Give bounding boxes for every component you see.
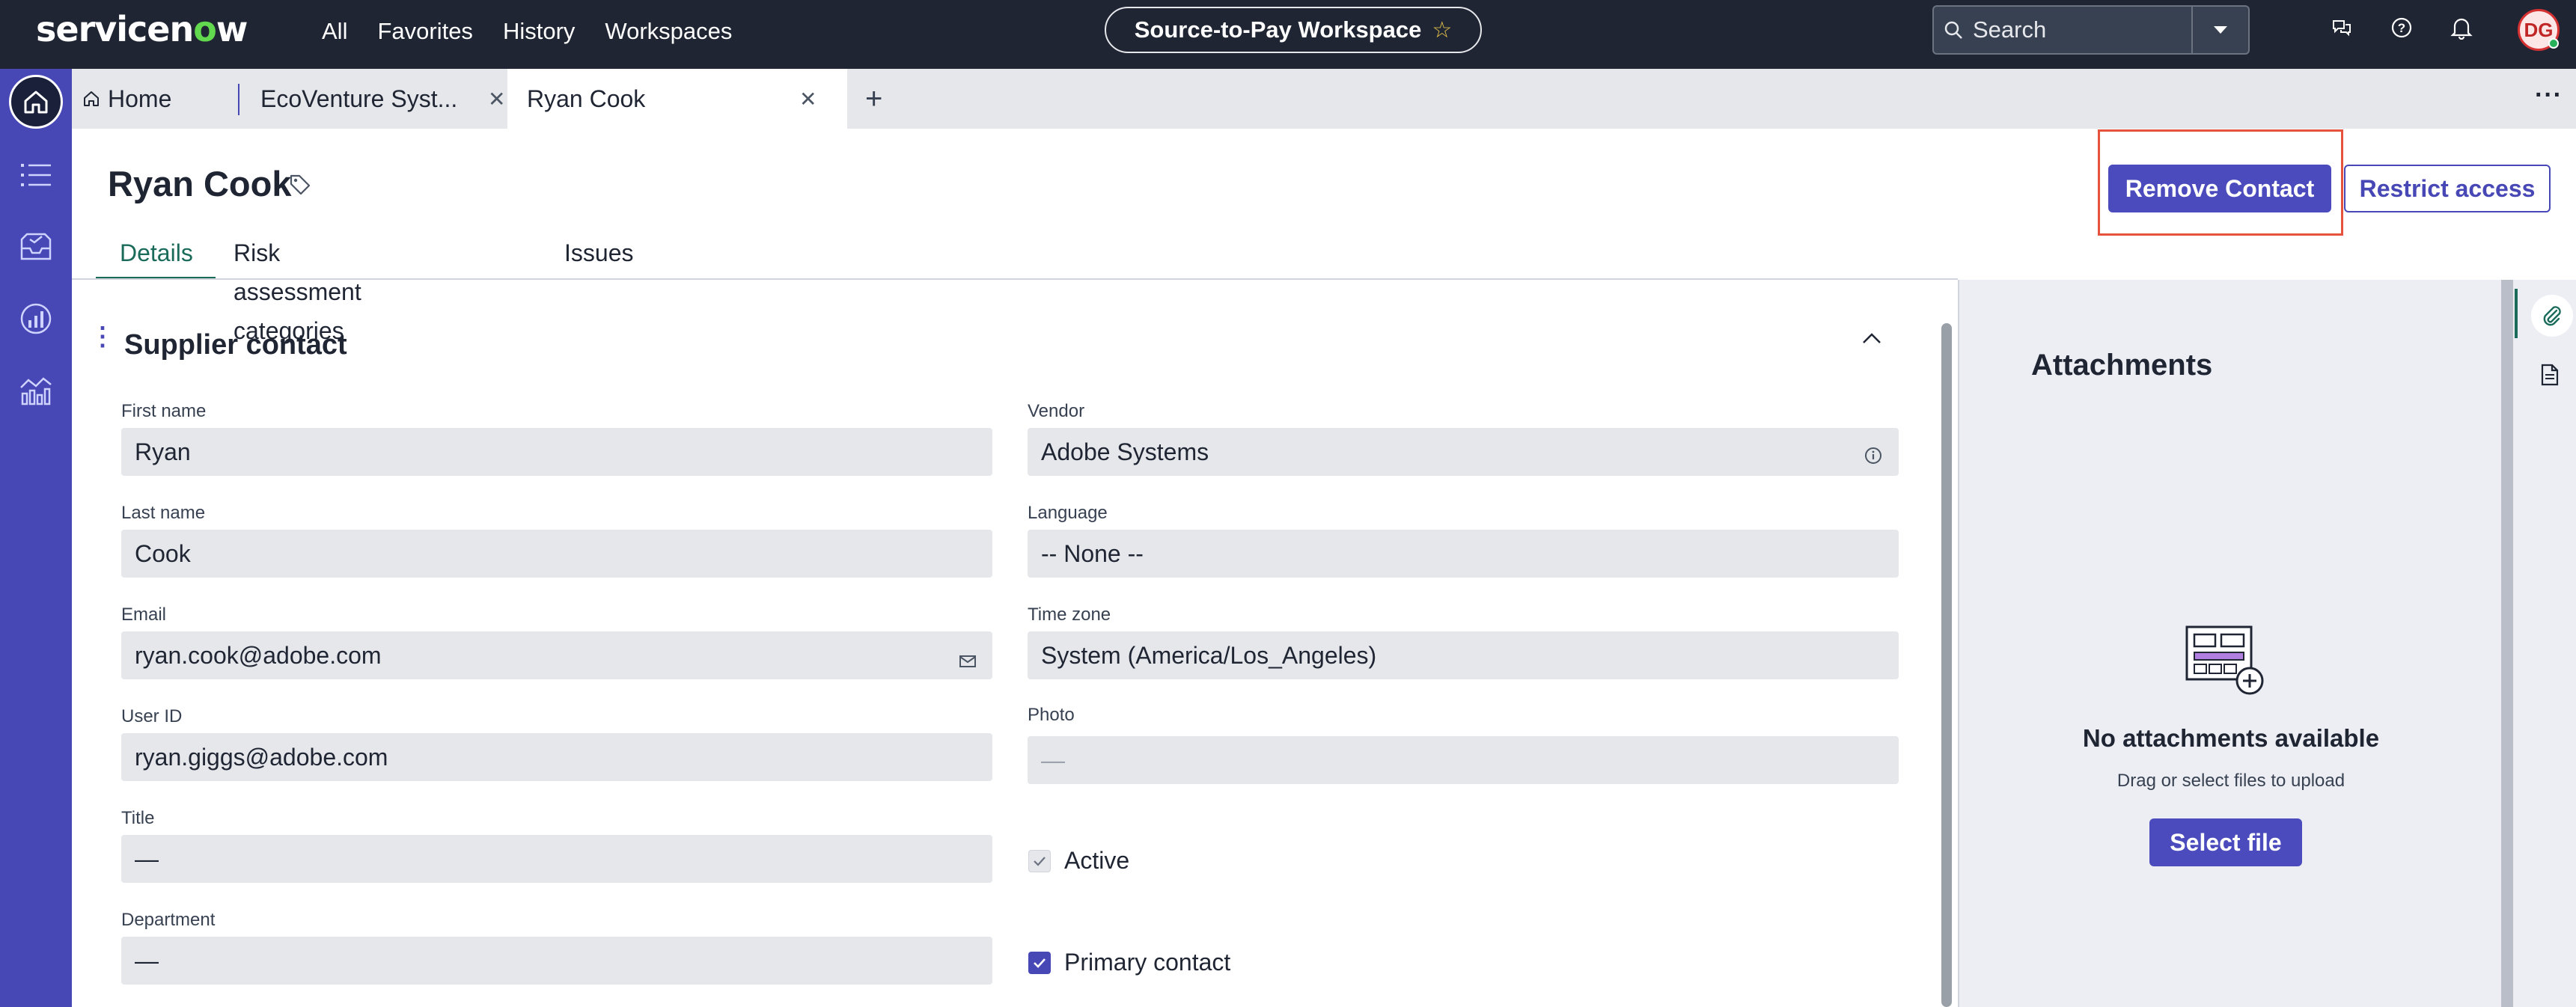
attachments-panel: Attachments No attachments available Dra… — [1958, 280, 2501, 1007]
title-label: Title — [121, 808, 155, 828]
notifications-bell-icon[interactable] — [2447, 13, 2476, 42]
star-icon[interactable]: ☆ — [1432, 17, 1452, 43]
tab-risk-assessment-categories[interactable]: Risk assessment categories — [216, 233, 379, 344]
nav-workspaces[interactable]: Workspaces — [590, 15, 747, 48]
section-title: Supplier contact — [124, 329, 347, 361]
search-icon — [1934, 20, 1973, 40]
page-title: Ryan Cook — [108, 164, 292, 203]
global-search[interactable]: Search — [1932, 5, 2250, 55]
nav-history[interactable]: History — [488, 15, 590, 48]
last-name-label: Last name — [121, 503, 206, 523]
header-icons: ? — [2328, 13, 2476, 42]
email-field[interactable]: ryan.cook@adobe.com — [121, 631, 992, 679]
primary-contact-label: Primary contact — [1064, 949, 1231, 976]
collapse-chevron-icon[interactable] — [1861, 331, 1883, 349]
tab-label: Ryan Cook — [527, 85, 646, 112]
tab-ryan-cook[interactable]: Ryan Cook ✕ — [507, 69, 847, 129]
avatar-initials: DG — [2524, 18, 2554, 41]
department-field[interactable]: — — [121, 937, 992, 985]
user-id-label: User ID — [121, 706, 183, 726]
search-input[interactable]: Search — [1973, 16, 2191, 43]
primary-contact-checkbox[interactable] — [1028, 952, 1051, 974]
active-checkbox[interactable] — [1028, 850, 1051, 872]
info-icon[interactable] — [1864, 443, 1882, 471]
rail-reports-icon[interactable] — [18, 373, 54, 408]
add-tab-icon[interactable]: + — [865, 82, 882, 116]
subtabs-divider — [72, 278, 1958, 280]
rail-inbox-icon[interactable] — [18, 229, 54, 265]
select-file-button[interactable]: Select file — [2149, 818, 2302, 866]
photo-label: Photo — [1028, 705, 1075, 725]
panel-scrollbar[interactable] — [2501, 280, 2513, 1007]
tab-issues[interactable]: Issues — [546, 233, 651, 280]
more-options-icon[interactable]: ··· — [2535, 81, 2563, 110]
close-icon[interactable]: ✕ — [488, 87, 505, 111]
servicenow-logo[interactable]: servicenow — [36, 9, 248, 49]
contextual-side-strip — [2501, 280, 2576, 1007]
mail-icon[interactable] — [959, 646, 976, 674]
time-zone-select[interactable]: System (America/Los_Angeles) — [1028, 631, 1899, 679]
time-zone-label: Time zone — [1028, 604, 1111, 625]
user-avatar[interactable]: DG — [2518, 9, 2560, 51]
photo-field[interactable]: — — [1028, 736, 1899, 784]
svg-text:?: ? — [2398, 21, 2405, 35]
workspace-pill[interactable]: Source-to-Pay Workspace ☆ — [1105, 7, 1482, 53]
top-navigation-bar: servicenow All Favorites History Workspa… — [0, 0, 2576, 69]
section-menu-icon[interactable]: ⋮ — [90, 324, 115, 349]
last-name-field[interactable]: Cook — [121, 530, 992, 578]
empty-attachments-illustration-icon — [2184, 622, 2266, 701]
remove-contact-button[interactable]: Remove Contact — [2108, 165, 2331, 212]
workspace-name: Source-to-Pay Workspace — [1134, 16, 1422, 43]
vendor-label: Vendor — [1028, 401, 1085, 421]
nav-favorites[interactable]: Favorites — [362, 15, 487, 48]
department-label: Department — [121, 910, 216, 930]
tab-strip: Home EcoVenture Syst... ✕ Ryan Cook ✕ + … — [72, 69, 2576, 129]
left-rail — [0, 69, 72, 1007]
active-indicator — [2515, 289, 2518, 338]
attachments-title: Attachments — [2031, 349, 2213, 382]
first-name-label: First name — [121, 401, 207, 421]
form-scrollbar[interactable] — [1941, 323, 1952, 1007]
tab-label: Home — [108, 85, 172, 112]
tab-divider — [238, 84, 239, 115]
rail-home-icon[interactable] — [9, 75, 63, 129]
active-label: Active — [1064, 847, 1130, 874]
tag-icon[interactable] — [289, 174, 311, 200]
tab-home[interactable]: Home — [82, 69, 232, 129]
presence-dot — [2548, 38, 2559, 49]
document-icon[interactable] — [2540, 364, 2560, 390]
email-label: Email — [121, 604, 167, 625]
email-value: ryan.cook@adobe.com — [135, 641, 382, 669]
tab-label: EcoVenture Syst... — [260, 85, 458, 112]
vendor-value: Adobe Systems — [1041, 438, 1209, 465]
nav-all[interactable]: All — [307, 15, 362, 48]
chat-icon[interactable] — [2328, 13, 2356, 42]
close-icon[interactable]: ✕ — [799, 87, 817, 111]
vendor-field[interactable]: Adobe Systems — [1028, 428, 1899, 476]
first-name-field[interactable]: Ryan — [121, 428, 992, 476]
no-attachments-message: No attachments available — [2082, 724, 2380, 752]
rail-analytics-icon[interactable] — [18, 301, 54, 337]
language-select[interactable]: -- None -- — [1028, 530, 1899, 578]
tab-details[interactable]: Details — [96, 233, 216, 280]
restrict-access-button[interactable]: Restrict access — [2344, 165, 2551, 212]
rail-list-icon[interactable] — [18, 157, 54, 193]
search-scope-dropdown[interactable] — [2191, 7, 2248, 53]
main-menu: All Favorites History Workspaces — [307, 15, 747, 48]
upload-hint: Drag or select files to upload — [2116, 771, 2345, 791]
home-icon — [82, 90, 100, 108]
title-field[interactable]: — — [121, 835, 992, 883]
help-icon[interactable]: ? — [2387, 13, 2416, 42]
paperclip-icon[interactable] — [2531, 295, 2573, 337]
language-label: Language — [1028, 503, 1108, 523]
user-id-field[interactable]: ryan.giggs@adobe.com — [121, 733, 992, 781]
